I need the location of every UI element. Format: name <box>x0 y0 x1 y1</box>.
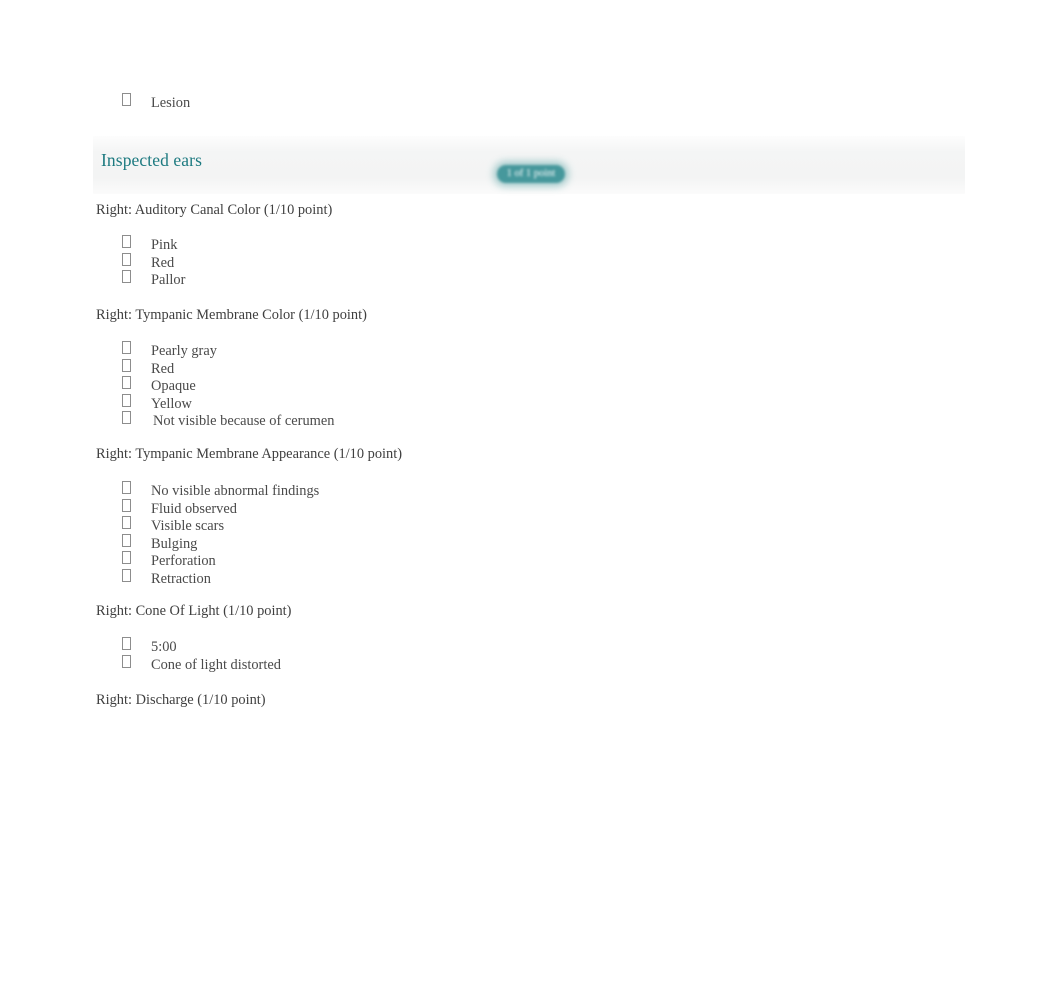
question-label: Right: Tympanic Membrane Appearance (1/1… <box>96 446 403 462</box>
question-block: Right: Tympanic Membrane Appearance (1/1… <box>96 444 926 587</box>
question-label: Right: Cone Of Light (1/10 point) <box>96 603 292 619</box>
option-label: Pearly gray <box>151 343 217 359</box>
empty-checkbox-icon[interactable] <box>122 93 131 106</box>
option-label: Red <box>151 254 175 271</box>
option-list: No visible abnormal findings Fluid observ… <box>96 481 320 588</box>
list-item[interactable]: Perforation <box>96 551 319 570</box>
list-item[interactable]: Bulging <box>96 533 319 553</box>
list-item[interactable]: No visible abnormal findings <box>96 481 320 500</box>
option-label: 5:00 <box>151 639 177 655</box>
empty-checkbox-icon[interactable] <box>122 411 131 425</box>
option-label: Fluid observed <box>151 500 237 517</box>
list-item[interactable]: Pearly gray <box>96 341 334 360</box>
option-label: Not visible because of cerumen <box>153 413 335 430</box>
question-block: Right: Cone Of Light (1/10 point) 5:00 Con… <box>96 601 926 673</box>
option-label: Red <box>151 360 175 377</box>
list-item[interactable]: Cone of light distorted <box>96 654 281 674</box>
option-label: Perforation <box>151 553 216 570</box>
empty-checkbox-icon[interactable] <box>122 551 131 565</box>
option-list: Pink Red Pallor <box>96 235 186 289</box>
option-label: Lesion <box>151 95 191 111</box>
list-item[interactable]: Pink <box>96 235 185 254</box>
list-item[interactable]: Opaque <box>96 376 334 395</box>
question-block: Right: Discharge (1/10 point) <box>96 690 926 710</box>
question-label: Right: Auditory Canal Color (1/10 point) <box>96 202 333 218</box>
list-item[interactable]: Visible scars <box>96 516 319 535</box>
empty-checkbox-icon[interactable] <box>122 341 131 354</box>
list-item[interactable]: Red <box>96 252 185 272</box>
document-page: Lesion Inspected ears 1 of 1 point Right… <box>0 0 1062 1006</box>
empty-checkbox-icon[interactable] <box>122 252 131 266</box>
question-label: Right: Discharge (1/10 point) <box>96 692 266 708</box>
list-item[interactable]: Red <box>96 358 334 378</box>
option-label: Bulging <box>151 535 198 552</box>
question-block: Right: Auditory Canal Color (1/10 point)… <box>96 200 926 288</box>
status-badge: 1 of 1 point <box>497 165 565 183</box>
option-label: Retraction <box>151 570 211 587</box>
option-label: No visible abnormal findings <box>151 483 320 499</box>
list-item[interactable]: Not visible because of cerumen <box>96 411 335 430</box>
empty-checkbox-icon[interactable] <box>122 358 131 372</box>
option-label: Cone of light distorted <box>151 656 281 673</box>
option-label: Opaque <box>151 378 196 395</box>
list-item[interactable]: Pallor <box>96 270 186 289</box>
empty-checkbox-icon[interactable] <box>122 568 131 582</box>
empty-checkbox-icon[interactable] <box>122 533 131 547</box>
question-block: Right: Tympanic Membrane Color (1/10 poi… <box>96 305 926 429</box>
question-label: Right: Tympanic Membrane Color (1/10 poi… <box>96 307 367 323</box>
list-item[interactable]: Lesion <box>96 93 916 112</box>
empty-checkbox-icon[interactable] <box>122 393 131 407</box>
page-title: Inspected ears <box>101 150 202 170</box>
option-list: 5:00 Cone of light distorted <box>96 637 281 674</box>
empty-checkbox-icon[interactable] <box>122 654 131 668</box>
empty-checkbox-icon[interactable] <box>122 376 131 390</box>
list-item[interactable]: Retraction <box>96 568 319 588</box>
option-label: Pallor <box>151 272 186 289</box>
list-item[interactable]: Fluid observed <box>96 498 319 518</box>
empty-checkbox-icon[interactable] <box>122 481 131 494</box>
empty-checkbox-icon[interactable] <box>122 235 131 248</box>
empty-checkbox-icon[interactable] <box>122 516 131 530</box>
empty-checkbox-icon[interactable] <box>122 637 131 650</box>
list-item[interactable]: 5:00 <box>96 637 281 656</box>
empty-checkbox-icon[interactable] <box>122 270 131 284</box>
option-list: Pearly gray Red Opaque Yellow Not visible be… <box>96 341 335 430</box>
section-header-band: Inspected ears 1 of 1 point <box>93 136 965 194</box>
empty-checkbox-icon[interactable] <box>122 498 131 512</box>
option-label: Yellow <box>151 395 192 412</box>
list-item[interactable]: Yellow <box>96 393 334 413</box>
option-label: Pink <box>151 237 178 253</box>
orphan-option-list: Lesion <box>96 93 916 112</box>
option-label: Visible scars <box>151 518 225 535</box>
